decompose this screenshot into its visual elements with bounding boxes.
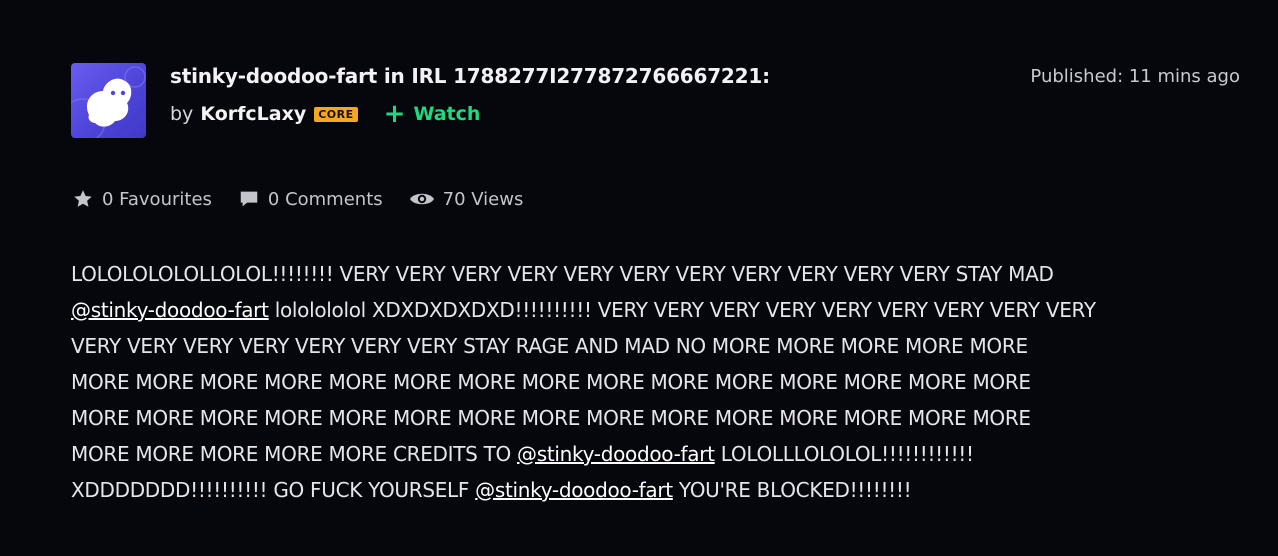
user-mention-link[interactable]: @stinky-doodoo-fart — [517, 442, 715, 466]
deviation-description: LOLOLOLOLOLLOLOL!!!!!!!! VERY VERY VERY … — [71, 256, 1251, 508]
comments-button[interactable]: 0 Comments — [238, 188, 383, 210]
author-link[interactable]: KorfcLaxy — [200, 103, 306, 125]
eye-icon — [409, 193, 434, 205]
watch-label: Watch — [413, 103, 481, 125]
description-text: lololololol XDXDXDXDXD!!!!!!!!!! VERY VE… — [71, 298, 1096, 466]
deviation-page: stinky-doodoo-fart in IRL 1788277I277872… — [0, 0, 1278, 556]
author-avatar[interactable] — [71, 63, 146, 138]
description-text: LOLOLOLOLOLLOLOL!!!!!!!! VERY VERY VERY … — [71, 262, 1054, 286]
byline: by KorfcLaxy CORE + Watch — [170, 98, 481, 129]
user-mention-link[interactable]: @stinky-doodoo-fart — [475, 478, 673, 502]
stats-bar: 0 Favourites 0 Comments 70 Views — [72, 188, 549, 210]
star-icon — [74, 190, 92, 207]
favourites-count: 0 Favourites — [102, 188, 212, 210]
core-badge: CORE — [314, 106, 358, 122]
watch-button[interactable]: + Watch — [383, 98, 481, 129]
deviation-title: stinky-doodoo-fart in IRL 1788277I277872… — [170, 64, 770, 88]
views-count: 70 Views — [442, 188, 524, 210]
views-stat: 70 Views — [409, 188, 524, 210]
comment-bubble-icon — [240, 191, 258, 207]
by-label: by — [170, 103, 194, 125]
user-mention-link[interactable]: @stinky-doodoo-fart — [71, 298, 269, 322]
comments-count: 0 Comments — [267, 188, 383, 210]
avatar-art — [71, 66, 146, 138]
plus-icon: + — [383, 98, 406, 129]
favourites-button[interactable]: 0 Favourites — [72, 188, 212, 210]
published-time: Published: 11 mins ago — [1030, 66, 1240, 87]
description-text: YOU'RE BLOCKED!!!!!!!! — [672, 478, 912, 502]
